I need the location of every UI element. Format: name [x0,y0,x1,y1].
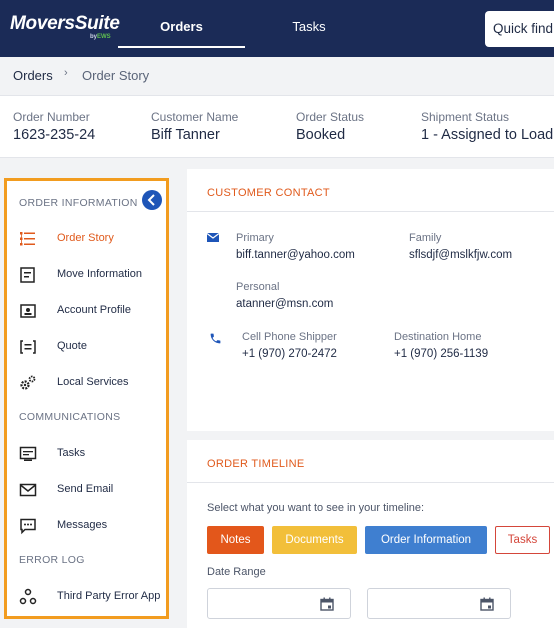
sidebar-item-local-services[interactable]: Local Services [17,371,167,395]
order-story-icon [20,232,35,246]
nodes-icon [19,588,37,605]
phone-destination-label: Destination Home [394,331,482,343]
timeline-prompt: Select what you want to see in your time… [207,502,425,514]
email-family-value[interactable]: sflsdjf@mslkfjw.com [409,249,512,261]
breadcrumb: Orders › Order Story [0,57,554,95]
collapse-sidebar-button[interactable] [142,190,162,210]
customer-contact-card: CUSTOMER CONTACT Primary biff.tanner@yah… [187,169,554,431]
sidebar-item-messages[interactable]: Messages [17,514,167,538]
filter-order-information-button[interactable]: Order Information [365,526,487,554]
quick-find-input[interactable]: Quick find [485,11,554,47]
envelope-icon [19,483,37,497]
breadcrumb-orders[interactable]: Orders [13,68,53,83]
sidebar-item-tasks[interactable]: Tasks [17,442,167,466]
calendar-icon [320,597,334,611]
quote-icon [20,340,36,354]
sidebar-item-send-email[interactable]: Send Email [17,478,167,502]
order-timeline-card: ORDER TIMELINE Select what you want to s… [187,440,554,628]
card-divider [187,211,554,212]
logo-byline: byEWS [90,34,111,40]
sidebar-item-third-party-error-app[interactable]: Third Party Error App [17,585,167,609]
email-primary-label: Primary [236,232,274,244]
filter-tasks-button[interactable]: Tasks [495,526,550,554]
nav-tab-orders[interactable]: Orders [118,0,245,48]
section-order-information: ORDER INFORMATION [19,197,138,209]
account-profile-icon [20,304,36,318]
breadcrumb-separator: › [64,67,68,79]
email-personal-label: Personal [236,281,280,293]
sidebar-item-account-profile[interactable]: Account Profile [17,299,167,323]
sidebar-item-order-story[interactable]: Order Story [17,227,167,251]
order-summary-header: Order Number 1623-235-24 Customer Name B… [0,95,554,158]
phone-destination-value[interactable]: +1 (970) 256-1139 [394,348,488,360]
filter-documents-button[interactable]: Documents [272,526,357,554]
order-sidebar: ORDER INFORMATION Order Story Move Infor… [4,178,169,619]
summary-order-number: Order Number 1623-235-24 [13,110,96,143]
email-family-label: Family [409,232,442,244]
sidebar-item-quote[interactable]: Quote [17,335,167,359]
filter-notes-button[interactable]: Notes [207,526,264,554]
phone-icon [210,333,221,344]
date-from-input[interactable] [207,588,351,619]
card-divider [187,482,554,483]
summary-customer-name: Customer Name Biff Tanner [151,110,239,143]
email-icon [207,233,219,242]
message-icon [20,518,36,535]
order-timeline-title: ORDER TIMELINE [207,458,305,470]
calendar-icon [480,597,494,611]
nav-tab-tasks[interactable]: Tasks [270,0,348,48]
gears-icon [20,375,36,390]
move-info-icon [20,267,35,283]
tasks-icon [19,446,37,461]
date-range-label: Date Range [207,566,266,578]
sidebar-item-move-information[interactable]: Move Information [17,263,167,287]
top-nav-bar: MoversSuite byEWS Orders Tasks Quick fin… [0,0,554,57]
date-to-input[interactable] [367,588,511,619]
section-communications: COMMUNICATIONS [19,411,121,423]
email-personal-value[interactable]: atanner@msn.com [236,298,333,310]
customer-contact-title: CUSTOMER CONTACT [207,187,330,199]
summary-shipment-status: Shipment Status 1 - Assigned to Load [421,110,554,143]
summary-order-status: Order Status Booked [296,110,365,143]
moverssuite-logo[interactable]: MoversSuite [10,13,120,35]
phone-cell-label: Cell Phone Shipper [242,331,337,343]
breadcrumb-order-story: Order Story [82,68,150,83]
email-primary-value[interactable]: biff.tanner@yahoo.com [236,249,355,261]
section-error-log: ERROR LOG [19,554,85,566]
phone-cell-value[interactable]: +1 (970) 270-2472 [242,348,337,360]
chevron-left-icon [147,194,155,206]
